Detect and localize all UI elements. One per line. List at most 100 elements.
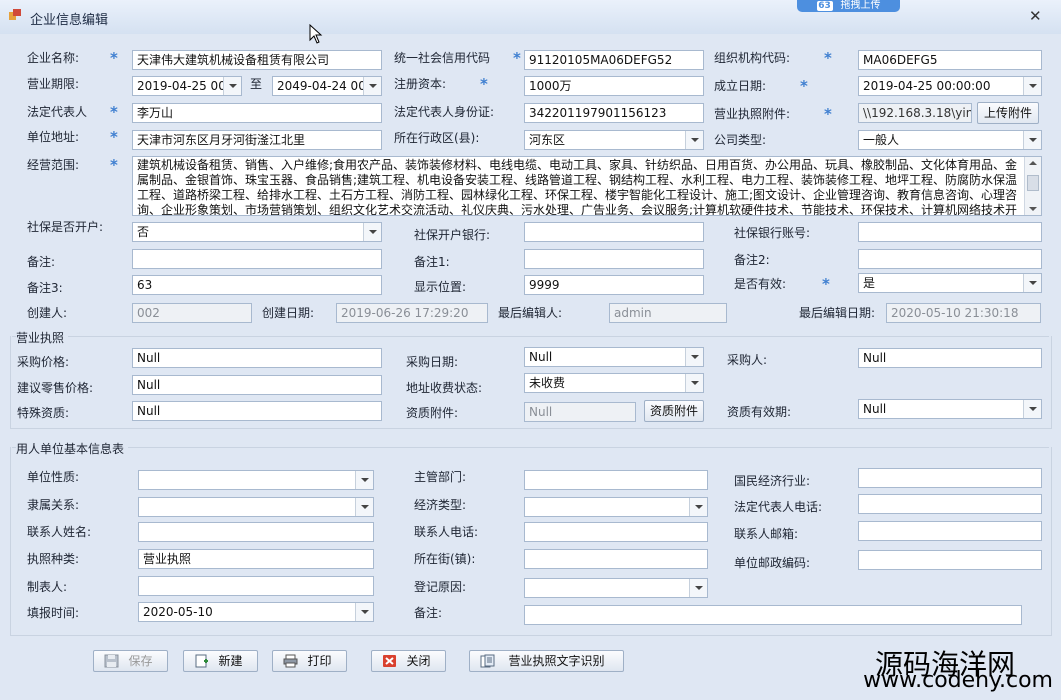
license-attachment-label: 营业执照附件: (714, 107, 791, 121)
contact-name-field[interactable] (138, 522, 374, 542)
econ-type-select[interactable] (524, 497, 708, 517)
last-editor-field: admin (609, 303, 727, 323)
credit-code-label: 统一社会信用代码 (394, 51, 491, 65)
term-to-label: 至 (250, 77, 263, 91)
org-code-field[interactable]: MA06DEFG5 (858, 50, 1042, 70)
retail-price-field[interactable]: Null (132, 375, 382, 395)
close-icon[interactable]: ✕ (1029, 7, 1042, 25)
company-name-field[interactable]: 天津伟大建筑机械设备租赁有限公司 (132, 50, 382, 70)
business-scope-textarea[interactable]: 建筑机械设备租赁、销售、入户维修;食用农产品、装饰装修材料、电线电缆、电动工具、… (132, 156, 1042, 216)
employer-remark-label: 备注: (414, 606, 443, 620)
district-label: 所在行政区(县): (394, 131, 480, 145)
business-term-label: 营业期限: (27, 77, 80, 91)
qual-attachment-button[interactable]: 资质附件 (644, 400, 704, 422)
affiliation-select[interactable] (138, 497, 374, 517)
chevron-down-icon[interactable] (363, 223, 381, 241)
preparer-field[interactable] (138, 576, 374, 596)
required-mark: * (110, 156, 118, 174)
term-end-select[interactable]: 2049-04-24 00: (272, 76, 382, 96)
drag-upload-button[interactable]: 63 拖拽上传 (797, 0, 900, 12)
reg-reason-label: 登记原因: (414, 580, 467, 594)
credit-code-field[interactable]: 91120105MA06DEFG52 (524, 50, 704, 70)
address-label: 单位地址: (27, 130, 80, 144)
qual-validity-select[interactable]: Null (858, 399, 1042, 419)
special-qual-field[interactable]: Null (132, 401, 382, 421)
purchase-price-field[interactable]: Null (132, 348, 382, 368)
required-mark: * (824, 105, 832, 123)
required-mark: * (480, 75, 488, 93)
chevron-down-icon[interactable] (355, 603, 373, 621)
legal-phone-label: 法定代表人电话: (734, 500, 823, 514)
fill-time-select[interactable]: 2020-05-10 (138, 602, 374, 622)
required-mark: * (513, 49, 521, 67)
buyer-field[interactable]: Null (858, 348, 1042, 368)
company-type-select[interactable]: 一般人 (858, 130, 1042, 150)
chevron-down-icon[interactable] (685, 131, 703, 149)
chevron-down-icon[interactable] (1023, 77, 1041, 95)
chevron-down-icon[interactable] (1023, 400, 1041, 418)
dept-field[interactable] (524, 470, 708, 490)
chevron-down-icon[interactable] (355, 471, 373, 489)
chevron-down-icon[interactable] (355, 498, 373, 516)
legal-rep-field[interactable]: 李万山 (132, 103, 382, 123)
remark1-field[interactable] (524, 249, 704, 269)
title-bar: 企业信息编辑 ✕ (0, 0, 1061, 34)
last-edit-date-field: 2020-05-10 21:30:18 (886, 303, 1041, 323)
upload-attachment-button[interactable]: 上传附件 (977, 102, 1039, 124)
legal-rep-id-label: 法定代表人身份证: (394, 105, 495, 119)
license-ocr-button[interactable]: 营业执照文字识别 (469, 650, 624, 672)
chevron-down-icon[interactable] (223, 77, 241, 95)
chevron-down-icon[interactable] (685, 348, 703, 366)
street-field[interactable] (524, 549, 708, 569)
print-button[interactable]: 打印 (272, 650, 347, 672)
contact-phone-field[interactable] (524, 522, 708, 542)
social-account-field[interactable] (858, 222, 1042, 242)
required-mark: * (800, 77, 808, 95)
scroll-up-icon[interactable] (1029, 161, 1037, 165)
remark3-field[interactable]: 63 (132, 275, 382, 295)
established-date-select[interactable]: 2019-04-25 00:00:00 (858, 76, 1042, 96)
new-button[interactable]: 新建 (183, 650, 258, 672)
employer-remark-field[interactable] (524, 605, 1022, 625)
license-type-field[interactable]: 营业执照 (138, 549, 374, 569)
legal-phone-field[interactable] (858, 494, 1042, 514)
org-code-label: 组织机构代码: (714, 51, 791, 65)
chevron-down-icon[interactable] (689, 498, 707, 516)
reg-reason-select[interactable] (524, 578, 708, 598)
creator-label: 创建人: (27, 306, 68, 320)
remark2-field[interactable] (858, 249, 1042, 269)
unit-nature-select[interactable] (138, 470, 374, 490)
econ-type-label: 经济类型: (414, 498, 467, 512)
contact-name-label: 联系人姓名: (27, 525, 92, 539)
fill-time-label: 填报时间: (27, 606, 80, 620)
remark-field[interactable] (132, 249, 382, 269)
unit-nature-label: 单位性质: (27, 470, 80, 484)
close-button[interactable]: 关闭 (371, 650, 446, 672)
scroll-thumb[interactable] (1027, 175, 1039, 191)
display-pos-field[interactable]: 9999 (524, 275, 704, 295)
industry-field[interactable] (858, 468, 1042, 488)
social-bank-label: 社保开户银行: (414, 228, 491, 242)
district-select[interactable]: 河东区 (524, 130, 704, 150)
chevron-down-icon[interactable] (1023, 274, 1041, 292)
purchase-date-select[interactable]: Null (524, 347, 704, 367)
chevron-down-icon[interactable] (689, 579, 707, 597)
social-security-label: 社保是否开户: (27, 220, 104, 234)
chevron-down-icon[interactable] (1023, 131, 1041, 149)
postcode-field[interactable] (858, 550, 1042, 570)
fee-status-select[interactable]: 未收费 (524, 373, 704, 393)
legal-rep-id-field[interactable]: 342201197901156123 (524, 103, 704, 123)
contact-email-field[interactable] (858, 521, 1042, 541)
registered-capital-field[interactable]: 1000万 (524, 76, 704, 96)
address-field[interactable]: 天津市河东区月牙河街滏江北里 (132, 130, 382, 150)
chevron-down-icon[interactable] (685, 374, 703, 392)
scroll-down-icon[interactable] (1029, 207, 1037, 211)
term-start-select[interactable]: 2019-04-25 00: (132, 76, 242, 96)
chevron-down-icon[interactable] (363, 77, 381, 95)
social-security-select[interactable]: 否 (132, 222, 382, 242)
scrollbar[interactable] (1024, 157, 1041, 215)
social-bank-field[interactable] (524, 222, 704, 242)
save-button[interactable]: 保存 (93, 650, 168, 672)
required-mark: * (822, 275, 830, 293)
is-valid-select[interactable]: 是 (858, 273, 1042, 293)
